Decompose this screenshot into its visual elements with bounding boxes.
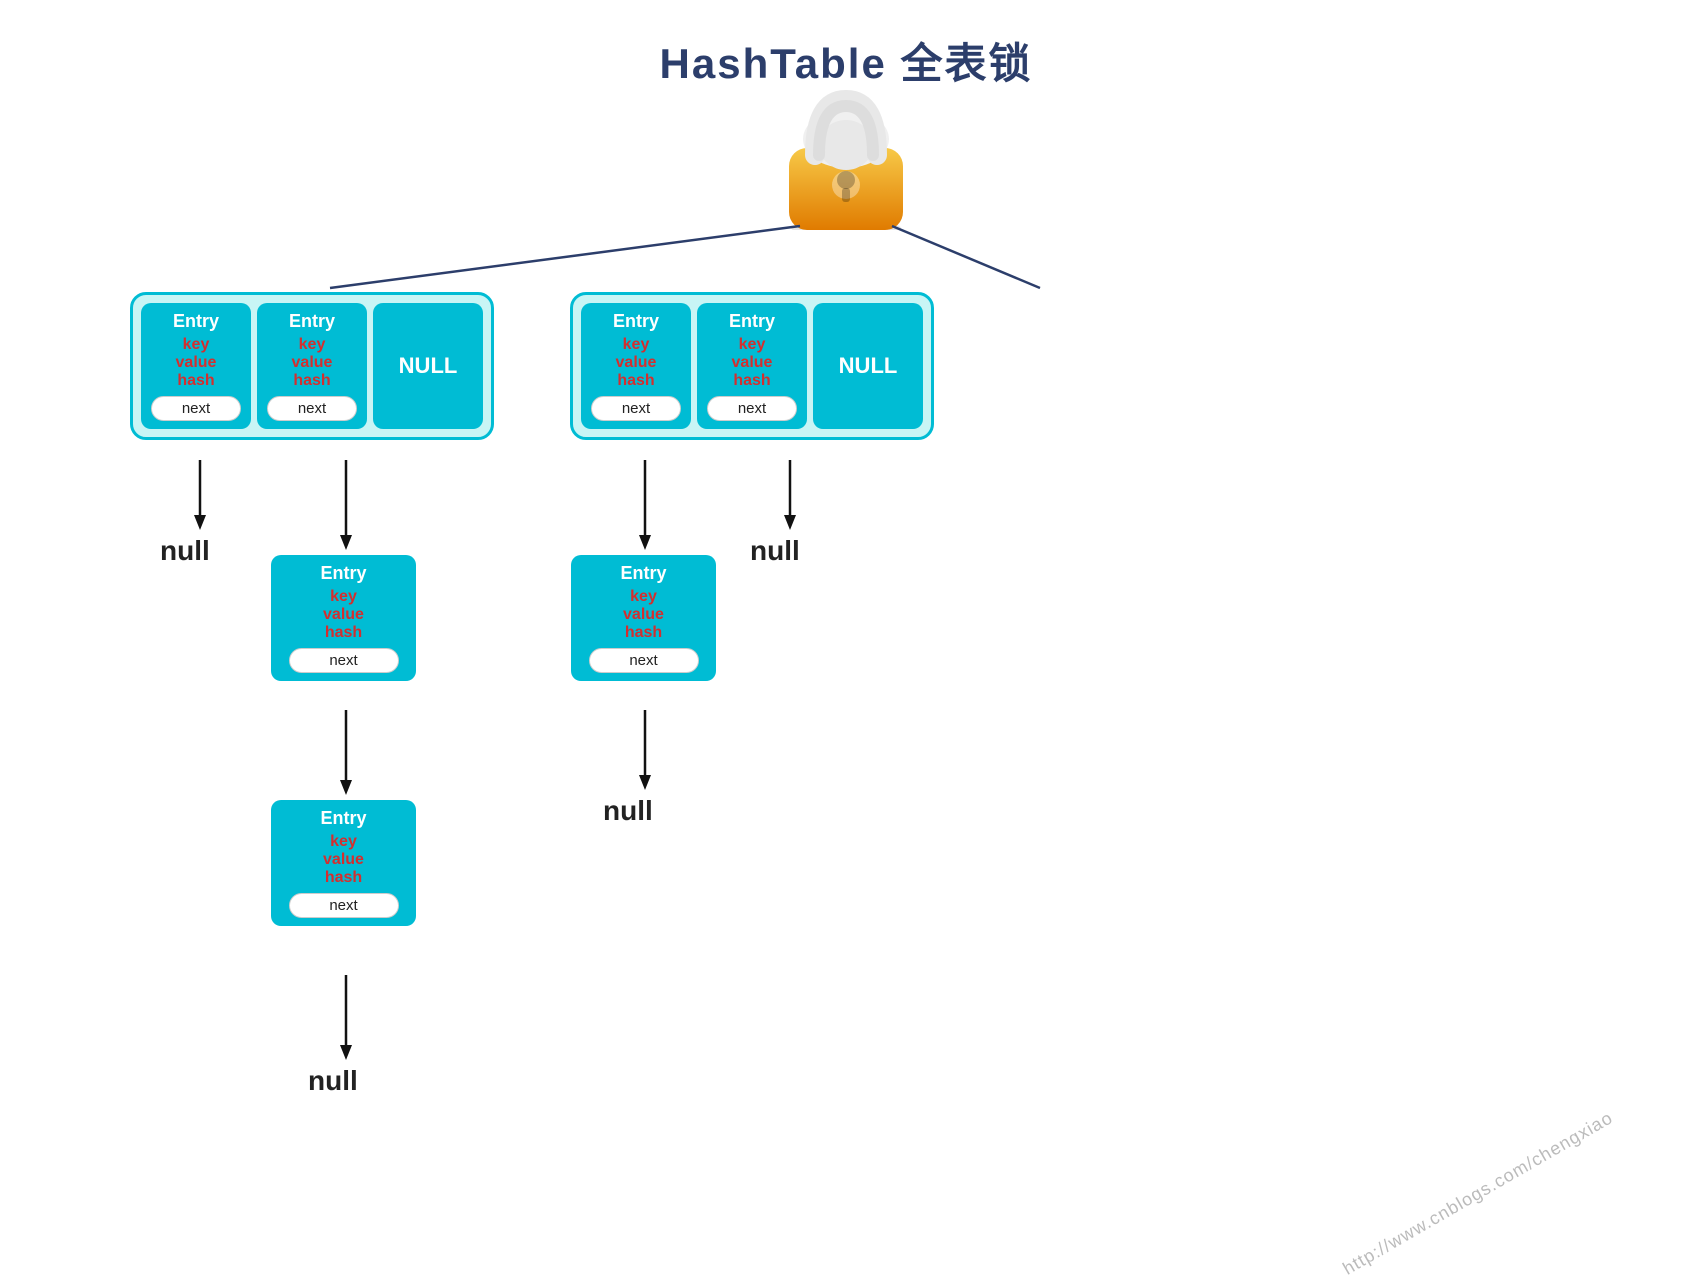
entry-next-r0: next — [591, 396, 681, 421]
entry-hash-r1: hash — [733, 372, 770, 390]
entry-next-1: next — [267, 396, 357, 421]
entry-hash-0: hash — [177, 372, 214, 390]
entry-cell-r1: Entry key value hash next — [697, 303, 807, 429]
watermark: http://www.cnblogs.com/chengxiao — [1339, 1107, 1616, 1279]
null-left: null — [160, 535, 210, 567]
hashtable-left-group: Entry key value hash next Entry key valu… — [130, 292, 494, 440]
entry-value-1: value — [292, 354, 333, 372]
chain1-entry2-value: value — [323, 851, 364, 869]
entry-key-r0: key — [623, 336, 650, 354]
chain1-entry2-label: Entry — [320, 808, 366, 829]
chain1-entry2-hash: hash — [325, 869, 362, 887]
null-cell-left: NULL — [373, 303, 483, 429]
entry-hash-r0: hash — [617, 372, 654, 390]
null-right: null — [750, 535, 800, 567]
entry-value-r0: value — [616, 354, 657, 372]
entry-next-0: next — [151, 396, 241, 421]
chain1-entry1-value: value — [323, 606, 364, 624]
entry-next-r1: next — [707, 396, 797, 421]
chain1-entry1-key: key — [330, 588, 357, 606]
entry-cell-1: Entry key value hash next — [257, 303, 367, 429]
null-cell-right: NULL — [813, 303, 923, 429]
lock-icon — [781, 80, 911, 230]
entry-key-r1: key — [739, 336, 766, 354]
entry-cell-r0: Entry key value hash next — [581, 303, 691, 429]
entry-label-r0: Entry — [613, 311, 659, 332]
entry-label-0: Entry — [173, 311, 219, 332]
chain1-entry1-next: next — [289, 648, 399, 673]
chain2-entry1-label: Entry — [620, 563, 666, 584]
chain2-entry1-hash: hash — [625, 624, 662, 642]
chain2-entry1: Entry key value hash next — [571, 555, 716, 681]
chain1-entry1: Entry key value hash next — [271, 555, 416, 681]
chain1-entry2-key: key — [330, 833, 357, 851]
entry-value-r1: value — [732, 354, 773, 372]
null-chain2-bottom: null — [603, 795, 653, 827]
page-title: HashTable 全表锁 — [0, 0, 1692, 91]
entry-value-0: value — [176, 354, 217, 372]
entry-label-r1: Entry — [729, 311, 775, 332]
chain2-entry1-key: key — [630, 588, 657, 606]
entry-key-0: key — [183, 336, 210, 354]
chain2-entry1-value: value — [623, 606, 664, 624]
entry-key-1: key — [299, 336, 326, 354]
entry-cell-0: Entry key value hash next — [141, 303, 251, 429]
hashtable-right-group: Entry key value hash next Entry key valu… — [570, 292, 934, 440]
chain1-entry2-next: next — [289, 893, 399, 918]
chain2-entry1-next: next — [589, 648, 699, 673]
entry-label-1: Entry — [289, 311, 335, 332]
chain1-entry1-label: Entry — [320, 563, 366, 584]
chain1-entry1-hash: hash — [325, 624, 362, 642]
entry-hash-1: hash — [293, 372, 330, 390]
null-chain1-bottom: null — [308, 1065, 358, 1097]
chain1-entry2: Entry key value hash next — [271, 800, 416, 926]
